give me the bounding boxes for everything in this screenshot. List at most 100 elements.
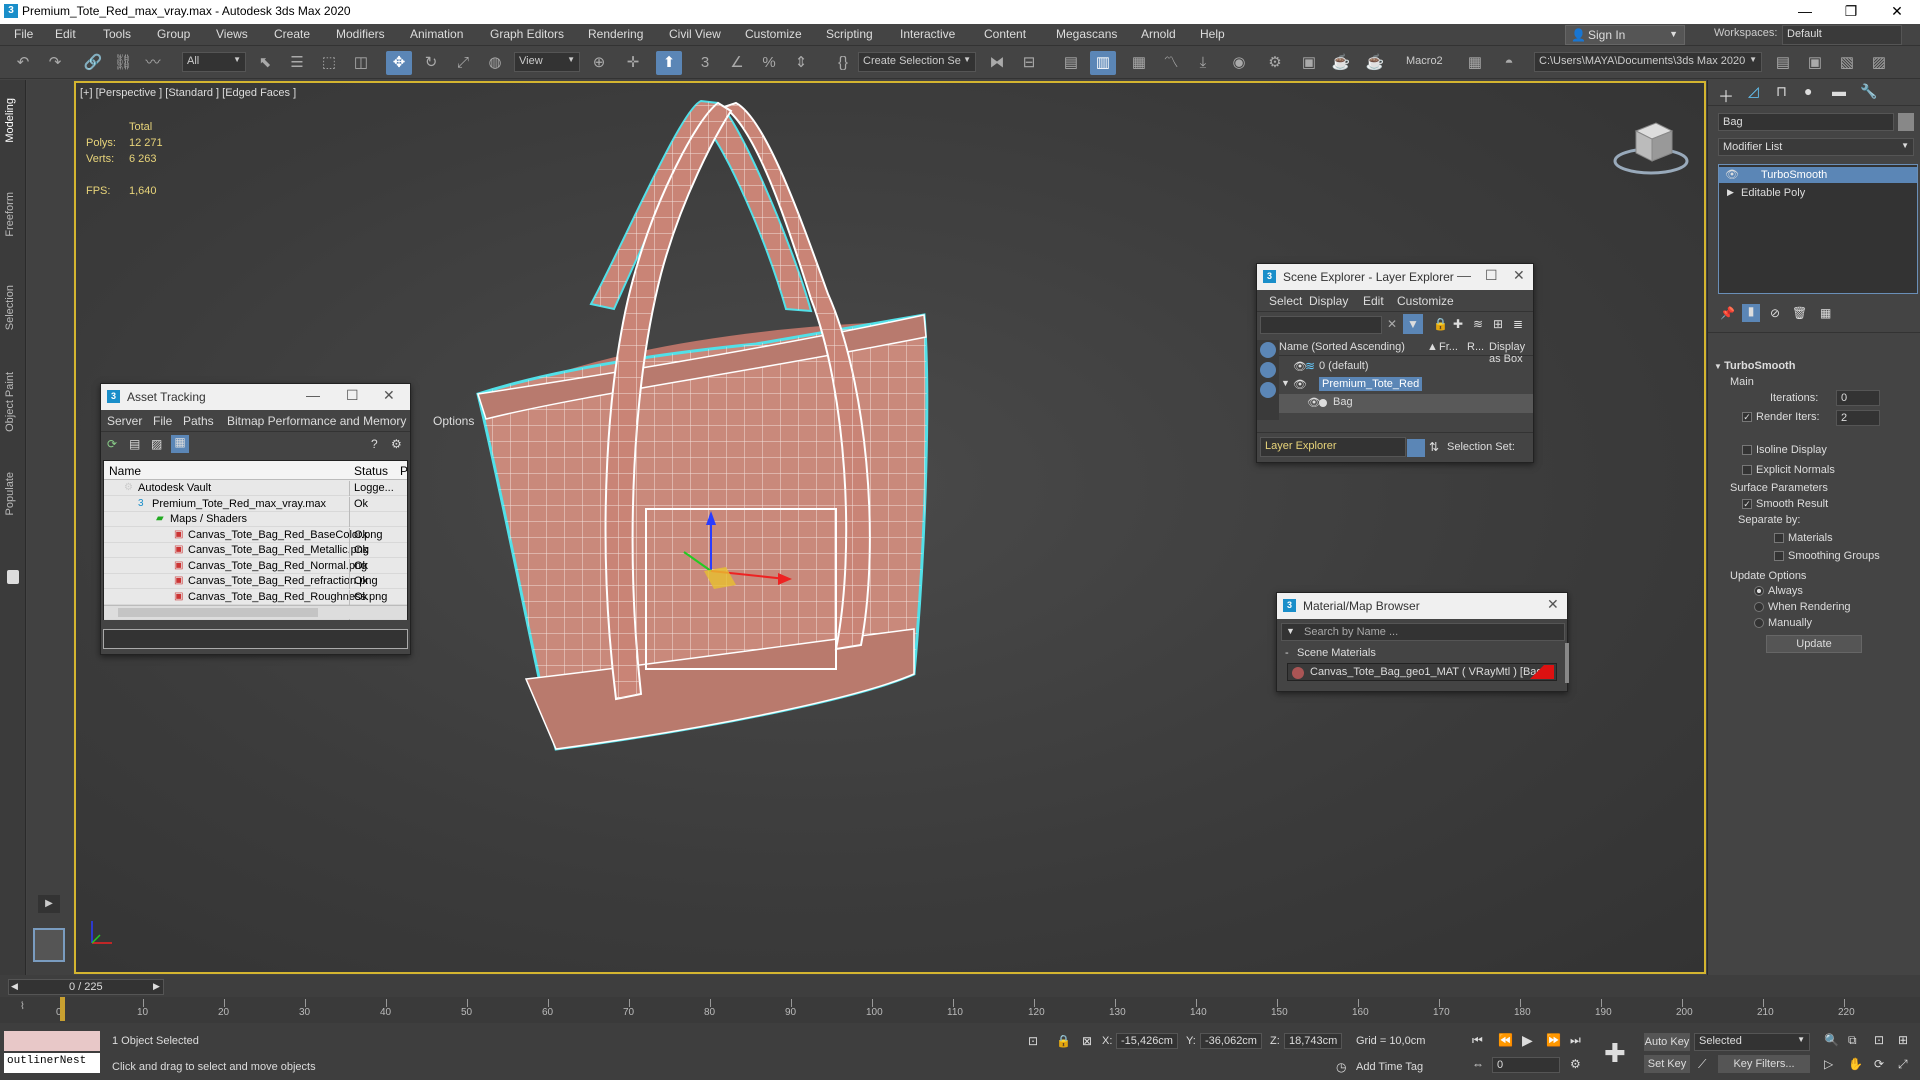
- maxscript-mini-listener[interactable]: outlinerNest: [4, 1053, 100, 1073]
- x-coord-field[interactable]: -15,426cm: [1116, 1033, 1178, 1049]
- minimize-button[interactable]: —: [1782, 0, 1828, 24]
- render-production-icon[interactable]: ☕: [1328, 51, 1354, 75]
- set-key-button[interactable]: Set Key: [1644, 1055, 1690, 1073]
- prev-key-icon[interactable]: ⏪: [1498, 1033, 1513, 1047]
- lock-icon[interactable]: 🔒: [1433, 317, 1448, 331]
- add-layer-icon[interactable]: ✚: [1453, 317, 1463, 331]
- time-config-icon[interactable]: ⚙: [1570, 1057, 1581, 1071]
- zoom-extents-icon[interactable]: ⊡: [1874, 1033, 1884, 1047]
- menu-customize[interactable]: Customize: [745, 27, 802, 41]
- default-in-out-icon[interactable]: ⟋: [1698, 1057, 1706, 1072]
- menu-modifiers[interactable]: Modifiers: [336, 27, 385, 41]
- maximize-button[interactable]: ❐: [1828, 0, 1874, 24]
- edit-named-selection-icon[interactable]: {}: [830, 51, 856, 75]
- current-frame-marker[interactable]: [60, 997, 65, 1021]
- asset-row[interactable]: ▣ Canvas_Tote_Bag_Red_refraction.png Ok: [104, 574, 407, 589]
- tab-object-paint[interactable]: Object Paint: [4, 372, 22, 432]
- menu-display[interactable]: Display: [1309, 294, 1348, 308]
- tab-selection[interactable]: Selection: [4, 285, 22, 330]
- col-name[interactable]: Name: [109, 464, 141, 478]
- minimize-icon[interactable]: —: [1457, 267, 1471, 283]
- scene-materials-header[interactable]: - Scene Materials: [1281, 645, 1565, 663]
- pin-stack-icon[interactable]: 📌: [1720, 306, 1735, 320]
- menu-views[interactable]: Views: [216, 27, 248, 41]
- auto-key-button[interactable]: Auto Key: [1644, 1033, 1690, 1051]
- layer-row-premium-tote[interactable]: ▼ 👁 Premium_Tote_Red: [1279, 376, 1533, 395]
- material-editor-icon[interactable]: ◉: [1226, 51, 1252, 75]
- mirror-icon[interactable]: ⧓: [984, 51, 1010, 75]
- utilities-tab-icon[interactable]: 🔧: [1860, 83, 1877, 100]
- menu-paths[interactable]: Paths: [183, 414, 214, 428]
- orbit-icon[interactable]: ⟳: [1874, 1057, 1884, 1071]
- maximize-icon[interactable]: ☐: [346, 387, 359, 404]
- isolate-selection-icon[interactable]: ⊡: [1028, 1034, 1038, 1048]
- keyboard-shortcut-override-icon[interactable]: ⬆: [656, 51, 682, 75]
- asset-row[interactable]: ▣ Canvas_Tote_Bag_Red_Metallic.png Ok: [104, 543, 407, 558]
- scene-explorer-icon[interactable]: ▤: [1058, 51, 1084, 75]
- material-search-input[interactable]: ▼ Search by Name ...: [1281, 623, 1565, 641]
- rendered-frame-window-icon[interactable]: ▣: [1296, 51, 1322, 75]
- manually-radio[interactable]: Manually: [1754, 617, 1812, 629]
- asset-row[interactable]: ⚙ Autodesk Vault Logge...: [104, 481, 407, 496]
- select-object-icon[interactable]: ⬉: [252, 51, 278, 75]
- menu-create[interactable]: Create: [274, 27, 310, 41]
- close-button[interactable]: ✕: [1874, 0, 1920, 24]
- menu-file[interactable]: File: [153, 414, 172, 428]
- menu-help[interactable]: Help: [1200, 27, 1225, 41]
- bind-space-warp-icon[interactable]: 〰: [140, 51, 166, 75]
- minimize-icon[interactable]: —: [306, 387, 320, 403]
- pivot-icon[interactable]: ⊕: [586, 51, 612, 75]
- layer-explorer-toggle-icon[interactable]: [1407, 439, 1425, 457]
- modify-tab-icon[interactable]: ◿: [1748, 83, 1759, 100]
- z-coord-field[interactable]: 18,743cm: [1284, 1033, 1342, 1049]
- maxscript-listener-top[interactable]: [4, 1031, 100, 1051]
- layers-icon[interactable]: ≋: [1473, 317, 1483, 331]
- show-end-result-icon[interactable]: ▮: [1742, 304, 1760, 322]
- next-frame-icon[interactable]: ▶: [153, 981, 160, 992]
- menu-tools[interactable]: Tools: [103, 27, 131, 41]
- menu-edit[interactable]: Edit: [55, 27, 76, 41]
- next-key-icon[interactable]: ⏩: [1546, 1033, 1561, 1047]
- make-unique-icon[interactable]: ⊘: [1770, 306, 1780, 320]
- update-button[interactable]: Update: [1766, 635, 1862, 653]
- menu-edit[interactable]: Edit: [1363, 294, 1384, 308]
- align-icon[interactable]: ⊟: [1016, 51, 1042, 75]
- display-lights-icon[interactable]: [1260, 382, 1276, 398]
- select-move-icon[interactable]: ✥: [386, 51, 412, 75]
- stack-icon[interactable]: ≣: [1513, 317, 1523, 331]
- selection-lock-icon[interactable]: 🔒: [1056, 1034, 1071, 1048]
- mini-curve-editor-icon[interactable]: ⌇: [20, 1001, 25, 1012]
- select-manipulate-icon[interactable]: ✛: [620, 51, 646, 75]
- prev-frame-icon[interactable]: ◀: [11, 981, 18, 992]
- collapse-icon[interactable]: -: [1285, 647, 1289, 659]
- window-crossing-icon[interactable]: ◫: [348, 51, 374, 75]
- object-color-swatch[interactable]: [1898, 113, 1914, 131]
- zoom-icon[interactable]: 🔍: [1824, 1033, 1839, 1047]
- menu-options[interactable]: Options: [433, 414, 474, 428]
- eye-icon[interactable]: 👁: [1293, 378, 1307, 391]
- horizontal-scrollbar[interactable]: [104, 605, 407, 619]
- create-tab-icon[interactable]: ＋: [1718, 83, 1734, 107]
- stack-item-turbosmooth[interactable]: 👁 TurboSmooth: [1719, 167, 1917, 183]
- search-dropdown-icon[interactable]: ▼: [1286, 626, 1295, 636]
- render-iterative-icon[interactable]: ☕: [1362, 51, 1388, 75]
- project-export-icon[interactable]: ▨: [1866, 51, 1892, 75]
- layer-explorer-icon[interactable]: ▥: [1090, 51, 1116, 75]
- menu-file[interactable]: File: [14, 27, 33, 41]
- close-icon[interactable]: ✕: [383, 387, 395, 404]
- curve-editor-icon[interactable]: 〽: [1158, 51, 1184, 75]
- menu-select[interactable]: Select: [1269, 294, 1302, 308]
- clear-search-icon[interactable]: ✕: [1387, 317, 1397, 331]
- viewcube[interactable]: [1606, 111, 1696, 181]
- scene-search-input[interactable]: [1260, 316, 1382, 334]
- schematic-view-icon[interactable]: ⤓: [1190, 51, 1216, 75]
- always-radio[interactable]: Always: [1754, 585, 1803, 597]
- materials-checkbox[interactable]: Materials: [1774, 532, 1833, 544]
- menu-megascans[interactable]: Megascans: [1056, 27, 1117, 41]
- expand-layout-icon[interactable]: ▶: [38, 895, 60, 913]
- link-icon[interactable]: 🔗: [80, 51, 106, 75]
- turbosmooth-rollout-title[interactable]: ▼ TurboSmooth: [1714, 360, 1795, 372]
- unlink-icon[interactable]: ⛓: [110, 51, 136, 75]
- ribbon-icon[interactable]: ▦: [1126, 51, 1152, 75]
- set-key-big-icon[interactable]: ✚: [1604, 1038, 1626, 1069]
